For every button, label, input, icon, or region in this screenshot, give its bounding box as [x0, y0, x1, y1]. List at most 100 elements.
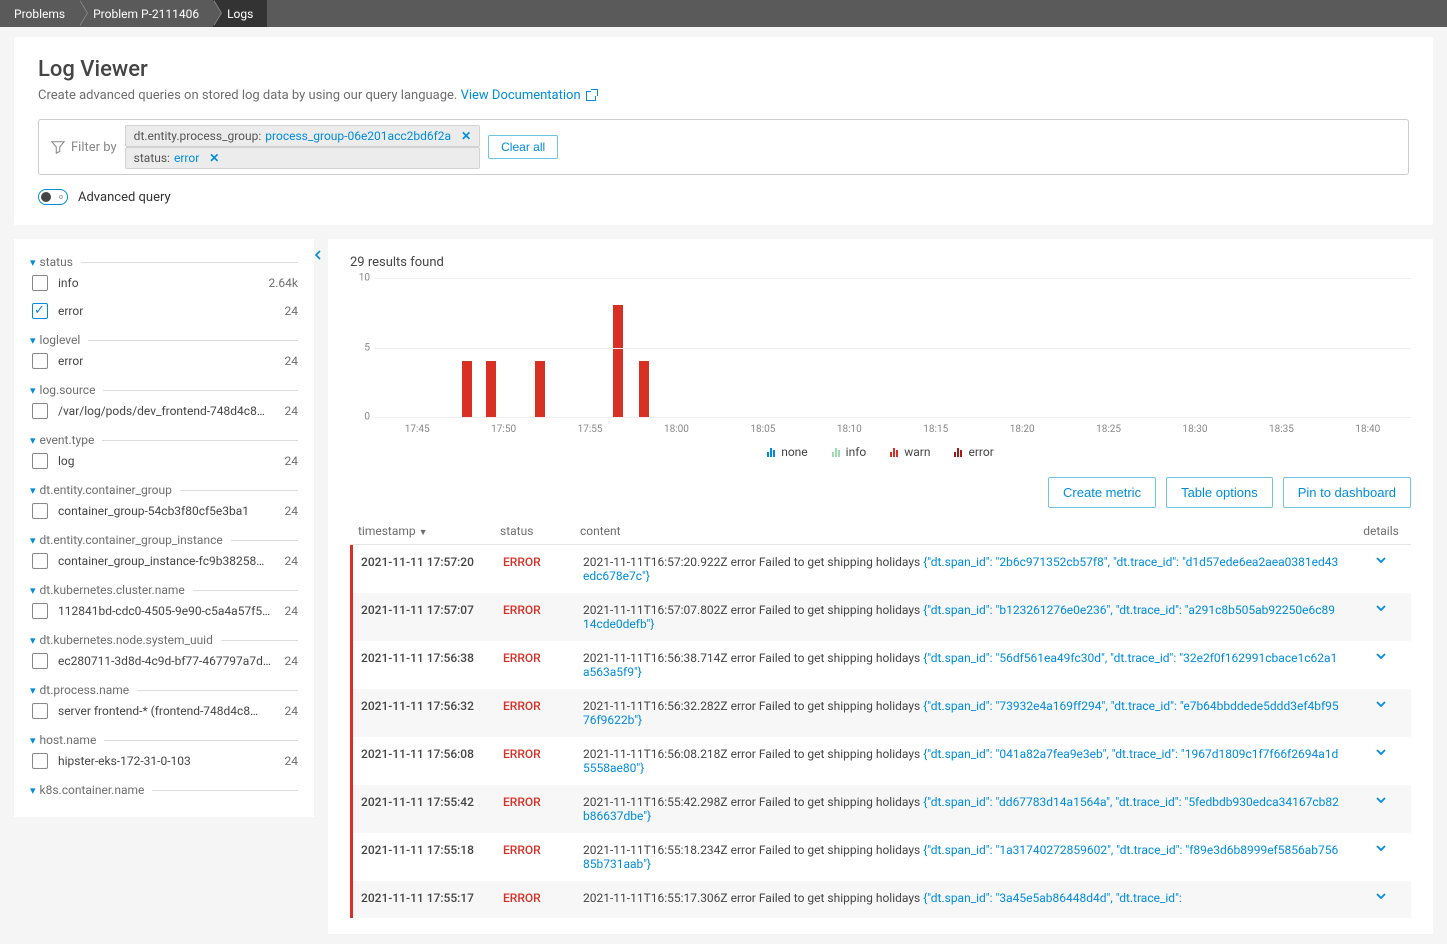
legend-item[interactable]: none: [767, 445, 807, 459]
filter-chip[interactable]: status:error✕: [125, 147, 480, 169]
chip-remove-icon[interactable]: ✕: [461, 129, 471, 143]
facet-checkbox[interactable]: [32, 753, 48, 769]
expand-row-button[interactable]: [1351, 603, 1411, 620]
facet-header[interactable]: ▾dt.entity.container_group: [30, 483, 298, 497]
table-options-button[interactable]: Table options: [1166, 477, 1273, 508]
facet-item[interactable]: error24: [30, 347, 298, 375]
expand-row-button[interactable]: [1351, 795, 1411, 812]
log-row[interactable]: 2021-11-11 17:56:32ERROR2021-11-11T16:56…: [350, 689, 1411, 737]
filter-bar[interactable]: Filter by dt.entity.process_group:proces…: [38, 119, 1409, 175]
col-content[interactable]: content: [580, 524, 1351, 538]
log-row[interactable]: 2021-11-11 17:57:07ERROR2021-11-11T16:57…: [350, 593, 1411, 641]
facet-item[interactable]: server frontend-* (frontend-748d4c8…24: [30, 697, 298, 725]
facet-checkbox[interactable]: [32, 603, 48, 619]
facet-checkbox[interactable]: [32, 275, 48, 291]
expand-row-button[interactable]: [1351, 555, 1411, 572]
facet-checkbox[interactable]: [32, 353, 48, 369]
log-row[interactable]: 2021-11-11 17:55:18ERROR2021-11-11T16:55…: [350, 833, 1411, 881]
chevron-down-icon: ▾: [30, 434, 36, 447]
col-status[interactable]: status: [500, 524, 580, 538]
facet-header[interactable]: ▾dt.entity.container_group_instance: [30, 533, 298, 547]
create-metric-button[interactable]: Create metric: [1048, 477, 1156, 508]
chevron-down-icon: [1374, 697, 1388, 711]
status-badge: ERROR: [503, 843, 583, 857]
status-badge: ERROR: [503, 891, 583, 905]
col-timestamp[interactable]: timestamp▼: [350, 524, 500, 538]
log-row[interactable]: 2021-11-11 17:56:08ERROR2021-11-11T16:56…: [350, 737, 1411, 785]
filter-chip[interactable]: dt.entity.process_group:process_group-06…: [125, 125, 480, 147]
facet-checkbox[interactable]: [32, 453, 48, 469]
status-badge: ERROR: [503, 603, 583, 617]
chevron-down-icon: ▾: [30, 684, 36, 697]
facet-item[interactable]: info2.64k: [30, 269, 298, 297]
facet-item[interactable]: ec280711-3d8d-4c9d-bf77-467797a7d…24: [30, 647, 298, 675]
chevron-down-icon: [1374, 745, 1388, 759]
chevron-down-icon: ▾: [30, 534, 36, 547]
log-table: timestamp▼ status content details 2021-1…: [350, 518, 1411, 918]
chip-remove-icon[interactable]: ✕: [209, 151, 219, 165]
clear-all-button[interactable]: Clear all: [488, 135, 558, 159]
facet-header[interactable]: ▾dt.process.name: [30, 683, 298, 697]
pin-to-dashboard-button[interactable]: Pin to dashboard: [1283, 477, 1411, 508]
chart-bar[interactable]: [486, 361, 496, 417]
chart-bar[interactable]: [639, 361, 649, 417]
legend-item[interactable]: warn: [890, 445, 930, 459]
log-row[interactable]: 2021-11-11 17:55:17ERROR2021-11-11T16:55…: [350, 881, 1411, 918]
log-row[interactable]: 2021-11-11 17:57:20ERROR2021-11-11T16:57…: [350, 545, 1411, 593]
facet-header[interactable]: ▾dt.kubernetes.node.system_uuid: [30, 633, 298, 647]
log-row[interactable]: 2021-11-11 17:56:38ERROR2021-11-11T16:56…: [350, 641, 1411, 689]
results-count: 29 results found: [350, 255, 1411, 270]
status-badge: ERROR: [503, 747, 583, 761]
facet-checkbox[interactable]: [32, 403, 48, 419]
chart-legend: none info warn error: [350, 445, 1411, 459]
facet-checkbox[interactable]: [32, 503, 48, 519]
facet-item[interactable]: container_group-54cb3f80cf5e3ba124: [30, 497, 298, 525]
log-histogram-chart[interactable]: 0510: [374, 278, 1411, 418]
status-badge: ERROR: [503, 555, 583, 569]
status-badge: ERROR: [503, 651, 583, 665]
chevron-down-icon: ▾: [30, 334, 36, 347]
facet-checkbox[interactable]: [32, 303, 48, 319]
facet-header[interactable]: ▾status: [30, 255, 298, 269]
expand-row-button[interactable]: [1351, 843, 1411, 860]
facet-checkbox[interactable]: [32, 653, 48, 669]
chart-bar[interactable]: [613, 305, 623, 417]
advanced-query-toggle[interactable]: [38, 189, 68, 205]
facet-item[interactable]: 112841bd-cdc0-4505-9e90-c5a4a57f5…24: [30, 597, 298, 625]
facet-checkbox[interactable]: [32, 703, 48, 719]
facet-item[interactable]: log24: [30, 447, 298, 475]
chart-bar[interactable]: [535, 361, 545, 417]
view-documentation-link[interactable]: View Documentation: [461, 88, 596, 103]
page-title: Log Viewer: [38, 57, 1409, 82]
chevron-down-icon: ▾: [30, 384, 36, 397]
facet-item[interactable]: container_group_instance-fc9b38258…24: [30, 547, 298, 575]
facet-header[interactable]: ▾host.name: [30, 733, 298, 747]
chevron-down-icon: ▾: [30, 734, 36, 747]
facet-checkbox[interactable]: [32, 553, 48, 569]
facet-header[interactable]: ▾log.source: [30, 383, 298, 397]
expand-row-button[interactable]: [1351, 651, 1411, 668]
facet-item[interactable]: /var/log/pods/dev_frontend-748d4c8…24: [30, 397, 298, 425]
external-link-icon: [586, 91, 596, 101]
facet-header[interactable]: ▾loglevel: [30, 333, 298, 347]
breadcrumb-item[interactable]: Problems: [0, 0, 79, 27]
log-table-header: timestamp▼ status content details: [350, 518, 1411, 545]
breadcrumb: ProblemsProblem P-2111406Logs: [0, 0, 1447, 27]
chart-bar[interactable]: [462, 361, 472, 417]
log-row[interactable]: 2021-11-11 17:55:42ERROR2021-11-11T16:55…: [350, 785, 1411, 833]
legend-item[interactable]: info: [832, 445, 867, 459]
expand-row-button[interactable]: [1351, 699, 1411, 716]
expand-row-button[interactable]: [1351, 891, 1411, 908]
facet-header[interactable]: ▾k8s.container.name: [30, 783, 298, 797]
facet-item[interactable]: hipster-eks-172-31-0-10324: [30, 747, 298, 775]
facet-header[interactable]: ▾event.type: [30, 433, 298, 447]
filter-icon: [51, 140, 65, 154]
breadcrumb-item[interactable]: Problem P-2111406: [79, 0, 213, 27]
facet-item[interactable]: error24: [30, 297, 298, 325]
sidebar-collapse-button[interactable]: [312, 249, 324, 261]
facet-header[interactable]: ▾dt.kubernetes.cluster.name: [30, 583, 298, 597]
chevron-down-icon: [1374, 793, 1388, 807]
legend-item[interactable]: error: [954, 445, 993, 459]
header-card: Log Viewer Create advanced queries on st…: [14, 37, 1433, 225]
expand-row-button[interactable]: [1351, 747, 1411, 764]
